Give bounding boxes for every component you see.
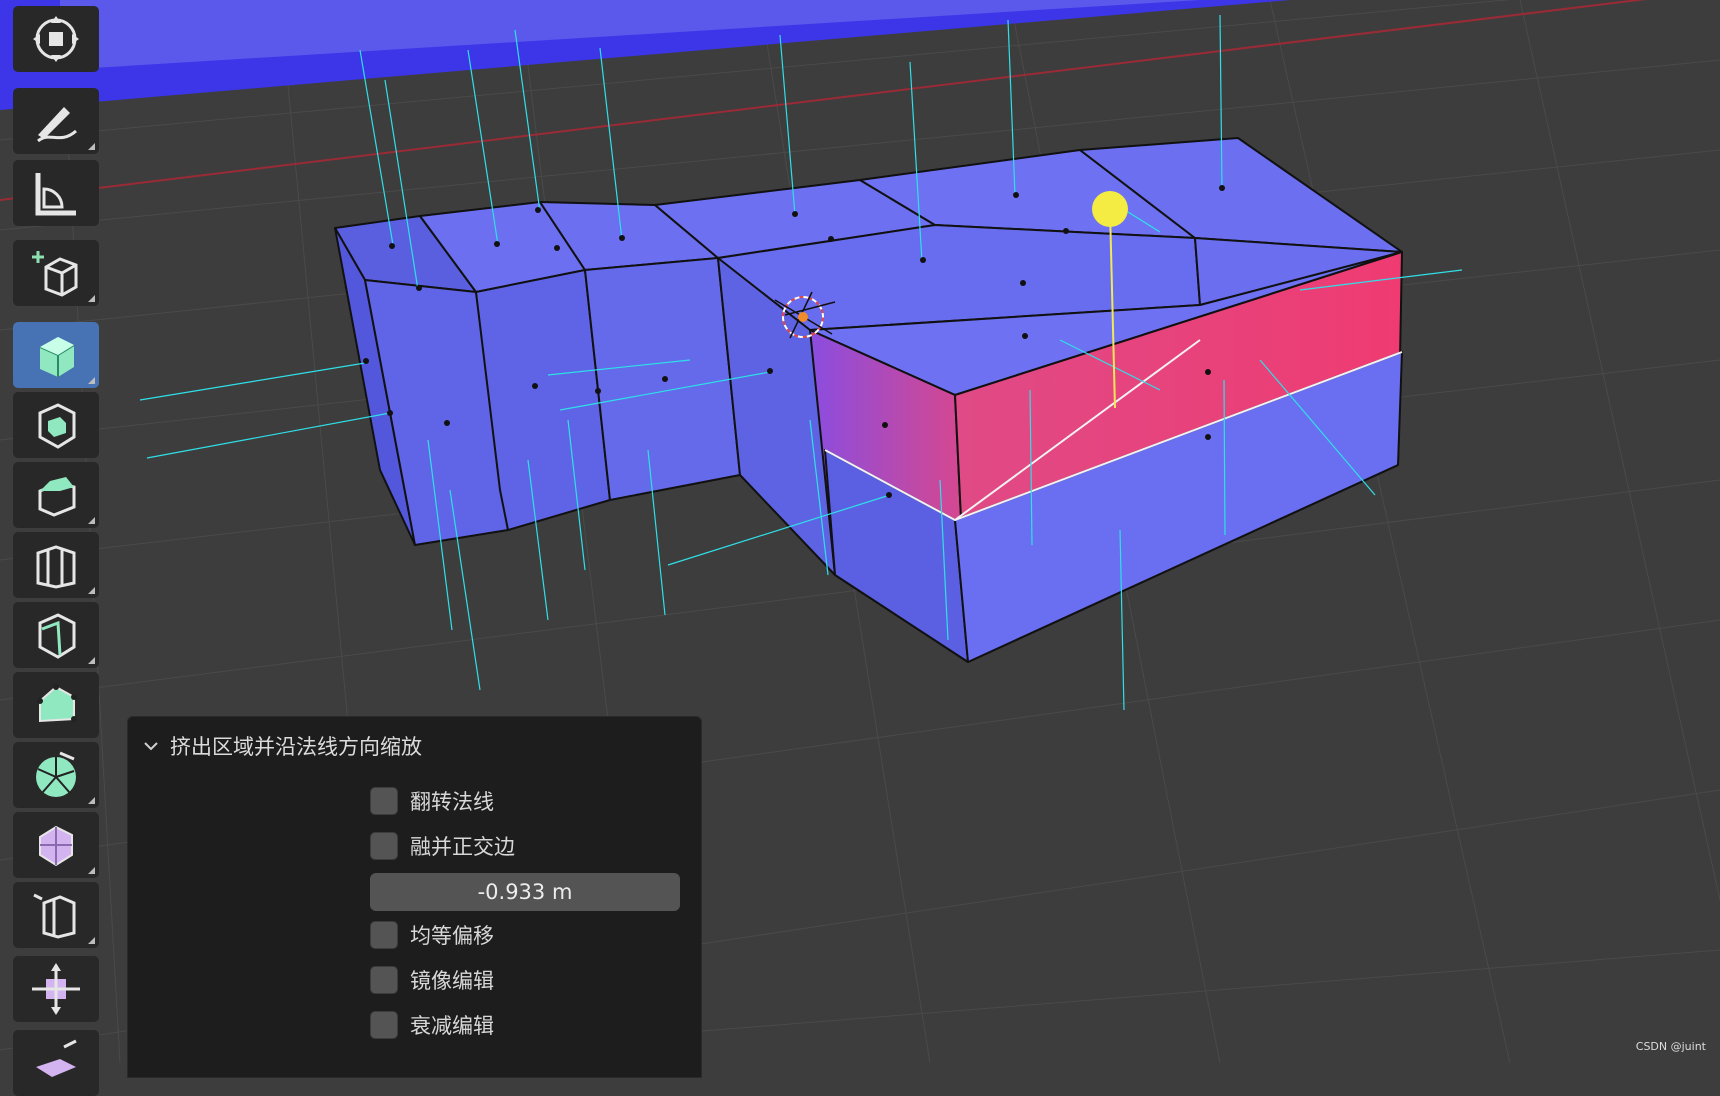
move-view-tool[interactable] [13,6,99,72]
shear-icon [36,1039,77,1077]
spin-icon [36,751,76,797]
even-offset-option[interactable]: 均等偏移 [370,919,494,951]
knife-tool[interactable] [13,602,99,668]
bevel-icon [38,477,76,517]
even-offset-checkbox[interactable] [370,921,398,949]
light-icon [1092,191,1128,227]
extrude-region-tool[interactable] [13,322,99,388]
move-view-icon [33,16,79,62]
extrude-region-icon [39,337,75,377]
proportional-editing-checkbox[interactable] [370,1011,398,1039]
mirror-editing-checkbox[interactable] [370,966,398,994]
edge-slide-icon [33,893,76,939]
edge-slide-tool[interactable] [13,882,99,948]
operator-panel-header[interactable]: 挤出区域并沿法线方向缩放 [144,729,422,763]
smooth-icon [39,825,73,867]
dissolve-orthogonal-option[interactable]: 融并正交边 [370,830,515,862]
add-cube-tool[interactable] [13,240,99,306]
mesh-object [334,137,1403,663]
operator-title: 挤出区域并沿法线方向缩放 [170,735,422,759]
even-offset-label: 均等偏移 [410,924,494,948]
flip-normals-label: 翻转法线 [410,790,494,814]
inset-faces-tool[interactable] [13,392,99,458]
inset-faces-icon [38,403,76,449]
smooth-tool[interactable] [13,812,99,878]
poly-build-icon [37,684,77,723]
shrink-fatten-icon [32,963,80,1015]
shear-tool[interactable] [13,1030,99,1096]
knife-icon [38,613,76,659]
spin-tool[interactable] [13,742,99,808]
loop-cut-tool[interactable] [13,532,99,598]
dissolve-orthogonal-checkbox[interactable] [370,832,398,860]
tool-shelf [13,0,101,1096]
poly-build-tool[interactable] [13,672,99,738]
offset-field[interactable]: -0.933 m [370,873,680,911]
add-cube-icon [32,251,78,297]
measure-icon [35,173,76,216]
loop-cut-icon [36,545,76,589]
annotate-tool[interactable] [13,88,99,154]
measure-tool[interactable] [13,160,99,226]
watermark-credit: CSDN @juint [1635,1040,1706,1053]
flip-normals-option[interactable]: 翻转法线 [370,785,494,817]
bevel-tool[interactable] [13,462,99,528]
proportional-editing-option[interactable]: 衰减编辑 [370,1009,494,1041]
operator-panel: 挤出区域并沿法线方向缩放 翻转法线 融并正交边 偏移量 -0.933 m 均等偏… [127,716,702,1078]
proportional-editing-label: 衰减编辑 [410,1014,494,1038]
annotate-icon [37,107,77,143]
flip-normals-checkbox[interactable] [370,787,398,815]
shrink-fatten-tool[interactable] [13,956,99,1022]
chevron-down-icon [144,742,158,751]
dissolve-orthogonal-label: 融并正交边 [410,835,515,859]
mirror-editing-option[interactable]: 镜像编辑 [370,964,494,996]
mirror-editing-label: 镜像编辑 [410,969,494,993]
